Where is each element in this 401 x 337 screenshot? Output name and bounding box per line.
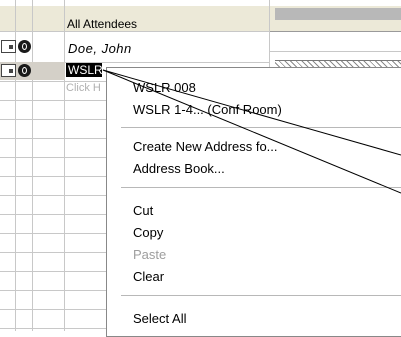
add-attendee-hint[interactable]: Click H [66,82,101,94]
attendee-name-input[interactable]: WSLR [66,63,103,77]
menu-item-create-new-address[interactable]: Create New Address fo... [133,139,278,154]
menu-item-clear[interactable]: Clear [133,269,164,284]
grid-col-divider [64,0,65,331]
menu-separator [121,295,401,296]
menu-item-paste: Paste [133,247,167,262]
menu-item-address-book[interactable]: Address Book... [133,161,225,176]
free-busy-time-header [275,8,401,20]
grid-row-divider [0,31,270,32]
attendee-optional-icon[interactable] [18,64,31,77]
menu-item-copy[interactable]: Copy [133,225,163,240]
menu-item-select-all[interactable]: Select All [133,311,186,326]
menu-item-wslr-008[interactable]: WSLR 008 [133,80,196,95]
calendar-icon[interactable] [1,64,16,77]
menu-separator [121,187,401,188]
grid-header: All Attendees [0,6,270,32]
menu-separator [121,127,401,128]
grid-col-divider [32,0,33,331]
free-busy-header [270,6,401,32]
attendee-required-icon[interactable] [18,40,31,53]
context-menu: WSLR 008 WSLR 1-4... (Conf Room) Create … [106,67,401,337]
all-attendees-header[interactable]: All Attendees [67,17,137,31]
attendee-name[interactable]: Doe, John [68,41,132,56]
calendar-icon[interactable] [1,40,16,53]
menu-item-cut[interactable]: Cut [133,203,153,218]
menu-item-conf-room[interactable]: WSLR 1-4... (Conf Room) [133,102,282,117]
free-busy-row-divider [270,51,401,52]
